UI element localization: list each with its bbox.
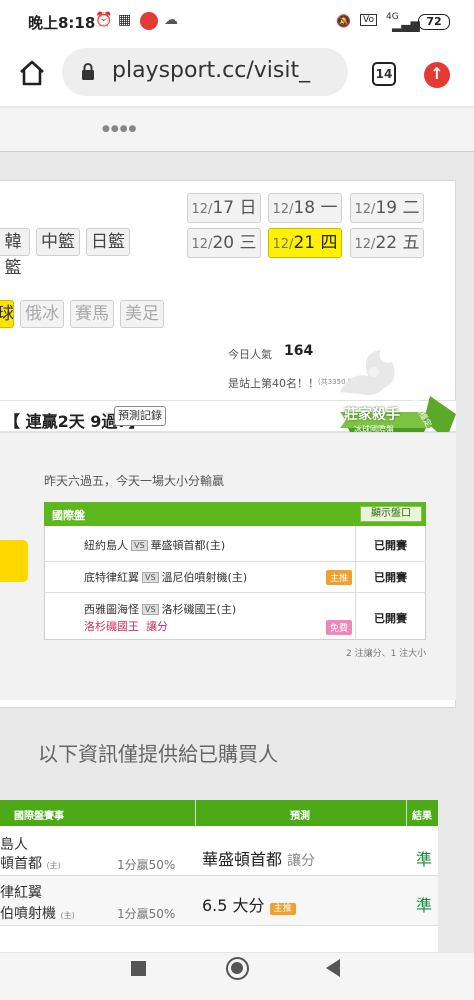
tab-switcher-button[interactable]: 14 bbox=[372, 62, 396, 86]
sport-tab-american-football[interactable]: 美足 bbox=[120, 300, 164, 328]
pred-result: 準 bbox=[416, 850, 433, 869]
status-time: 晚上8:18 bbox=[28, 14, 96, 32]
games-footnote: 2 注讓分、1 注大小 bbox=[346, 649, 427, 659]
pred-pick: 華盛頓首都 讓分 bbox=[202, 850, 316, 869]
pred-team1: 島人 bbox=[0, 837, 28, 853]
recent-apps-icon[interactable] bbox=[131, 961, 146, 976]
sport-tab-china-basketball[interactable]: 中籃 bbox=[36, 228, 80, 256]
back-nav-icon[interactable] bbox=[326, 959, 340, 977]
popularity-label: 今日人氣 bbox=[228, 348, 272, 361]
sport-tab-active-ball[interactable]: 球 bbox=[0, 300, 14, 328]
home-icon[interactable] bbox=[18, 60, 46, 86]
table-row[interactable]: 西雅圖海怪 VS 洛杉磯國王(主) bbox=[84, 601, 236, 617]
carousel-dots[interactable]: ●●●● bbox=[102, 124, 137, 134]
pred-team2: 伯噴射機 (主) bbox=[0, 906, 75, 922]
badge-title: 莊家殺手 bbox=[344, 407, 400, 423]
signal-icon: ▂▄▆ bbox=[392, 18, 420, 32]
main-pick-tag: 主推 bbox=[326, 570, 353, 585]
show-odds-button[interactable]: 顯示盤口 bbox=[360, 506, 422, 522]
date-button-1221-active[interactable]: 12/21 四 bbox=[268, 228, 342, 258]
browser-toolbar: playsport.cc/visit_ 14 ↑ bbox=[0, 44, 474, 106]
sport-tab-korea-basketball[interactable]: 韓籃 bbox=[0, 228, 30, 278]
game-status: 已開賽 bbox=[374, 539, 407, 552]
status-bar: 晚上8:18 ⏰ ▦ ☁ 🔕 Vo 4G ▂▄▆ 72 bbox=[0, 0, 474, 44]
pred-team2: 頓首都 (主) bbox=[0, 856, 61, 872]
games-table-divider bbox=[355, 526, 356, 640]
table-row[interactable]: 底特律紅翼 VS 溫尼伯噴射機(主) bbox=[84, 569, 247, 585]
pred-pick: 6.5 大分 主推 bbox=[202, 892, 296, 916]
vs-icon: VS bbox=[142, 572, 159, 583]
sport-tab-horse-racing[interactable]: 賽馬 bbox=[70, 300, 114, 328]
date-button-1219[interactable]: 12/19 二 bbox=[350, 193, 424, 223]
notification-app-icon bbox=[140, 12, 158, 30]
mute-icon: 🔕 bbox=[336, 14, 351, 28]
game-status: 已開賽 bbox=[374, 571, 407, 584]
date-button-1220[interactable]: 12/20 三 bbox=[187, 228, 261, 258]
summary-note: 昨天六過五，今天一場大小分輸贏 bbox=[44, 474, 225, 488]
buy-button-partial[interactable] bbox=[0, 540, 28, 582]
vs-icon: VS bbox=[142, 604, 159, 615]
top-banner-strip bbox=[0, 108, 474, 152]
vs-icon: VS bbox=[131, 540, 148, 551]
battery-indicator: 72 bbox=[418, 14, 450, 30]
date-button-1218[interactable]: 12/18 一 bbox=[268, 193, 342, 223]
prediction-table-header: 國際盤賽事 預測 結果 bbox=[0, 800, 438, 826]
games-row-divider bbox=[44, 592, 426, 593]
pred-result: 準 bbox=[416, 896, 433, 915]
buyer-only-note: 以下資訊僅提供給已購買人 bbox=[38, 742, 278, 766]
table-row bbox=[0, 926, 438, 952]
cloud-icon: ☁ bbox=[164, 12, 178, 28]
sport-tab-japan-basketball[interactable]: 日籃 bbox=[86, 228, 130, 256]
lock-icon bbox=[82, 63, 94, 80]
date-button-1222[interactable]: 12/22 五 bbox=[350, 228, 424, 258]
pred-score-note: 1分贏50% bbox=[117, 907, 176, 921]
alarm-icon: ⏰ bbox=[95, 12, 113, 28]
update-arrow-icon[interactable]: ↑ bbox=[424, 62, 450, 88]
home-nav-icon[interactable] bbox=[226, 957, 249, 980]
table-row[interactable]: 紐約島人 VS 華盛頓首都(主) bbox=[84, 537, 225, 553]
app-grid-icon: ▦ bbox=[118, 12, 132, 28]
pred-score-note: 1分贏50% bbox=[117, 858, 176, 872]
volte-icon: Vo bbox=[360, 14, 377, 26]
rank-text: 是站上第40名！！ bbox=[228, 377, 319, 390]
popularity-value: 164 bbox=[284, 343, 314, 359]
prediction-record-button[interactable]: 預測記錄 bbox=[114, 406, 166, 426]
free-tag: 免費 bbox=[326, 620, 353, 635]
url-text[interactable]: playsport.cc/visit_ bbox=[112, 58, 344, 83]
game-status: 已開賽 bbox=[374, 612, 407, 625]
pred-team1: 律紅翼 bbox=[0, 885, 42, 901]
games-row-divider bbox=[44, 561, 426, 562]
date-button-1217[interactable]: 12/17 日 bbox=[187, 193, 261, 223]
game-pick: 洛杉磯國王 讓分 bbox=[84, 620, 168, 633]
sport-tab-russia-hockey[interactable]: 俄冰 bbox=[20, 300, 64, 328]
